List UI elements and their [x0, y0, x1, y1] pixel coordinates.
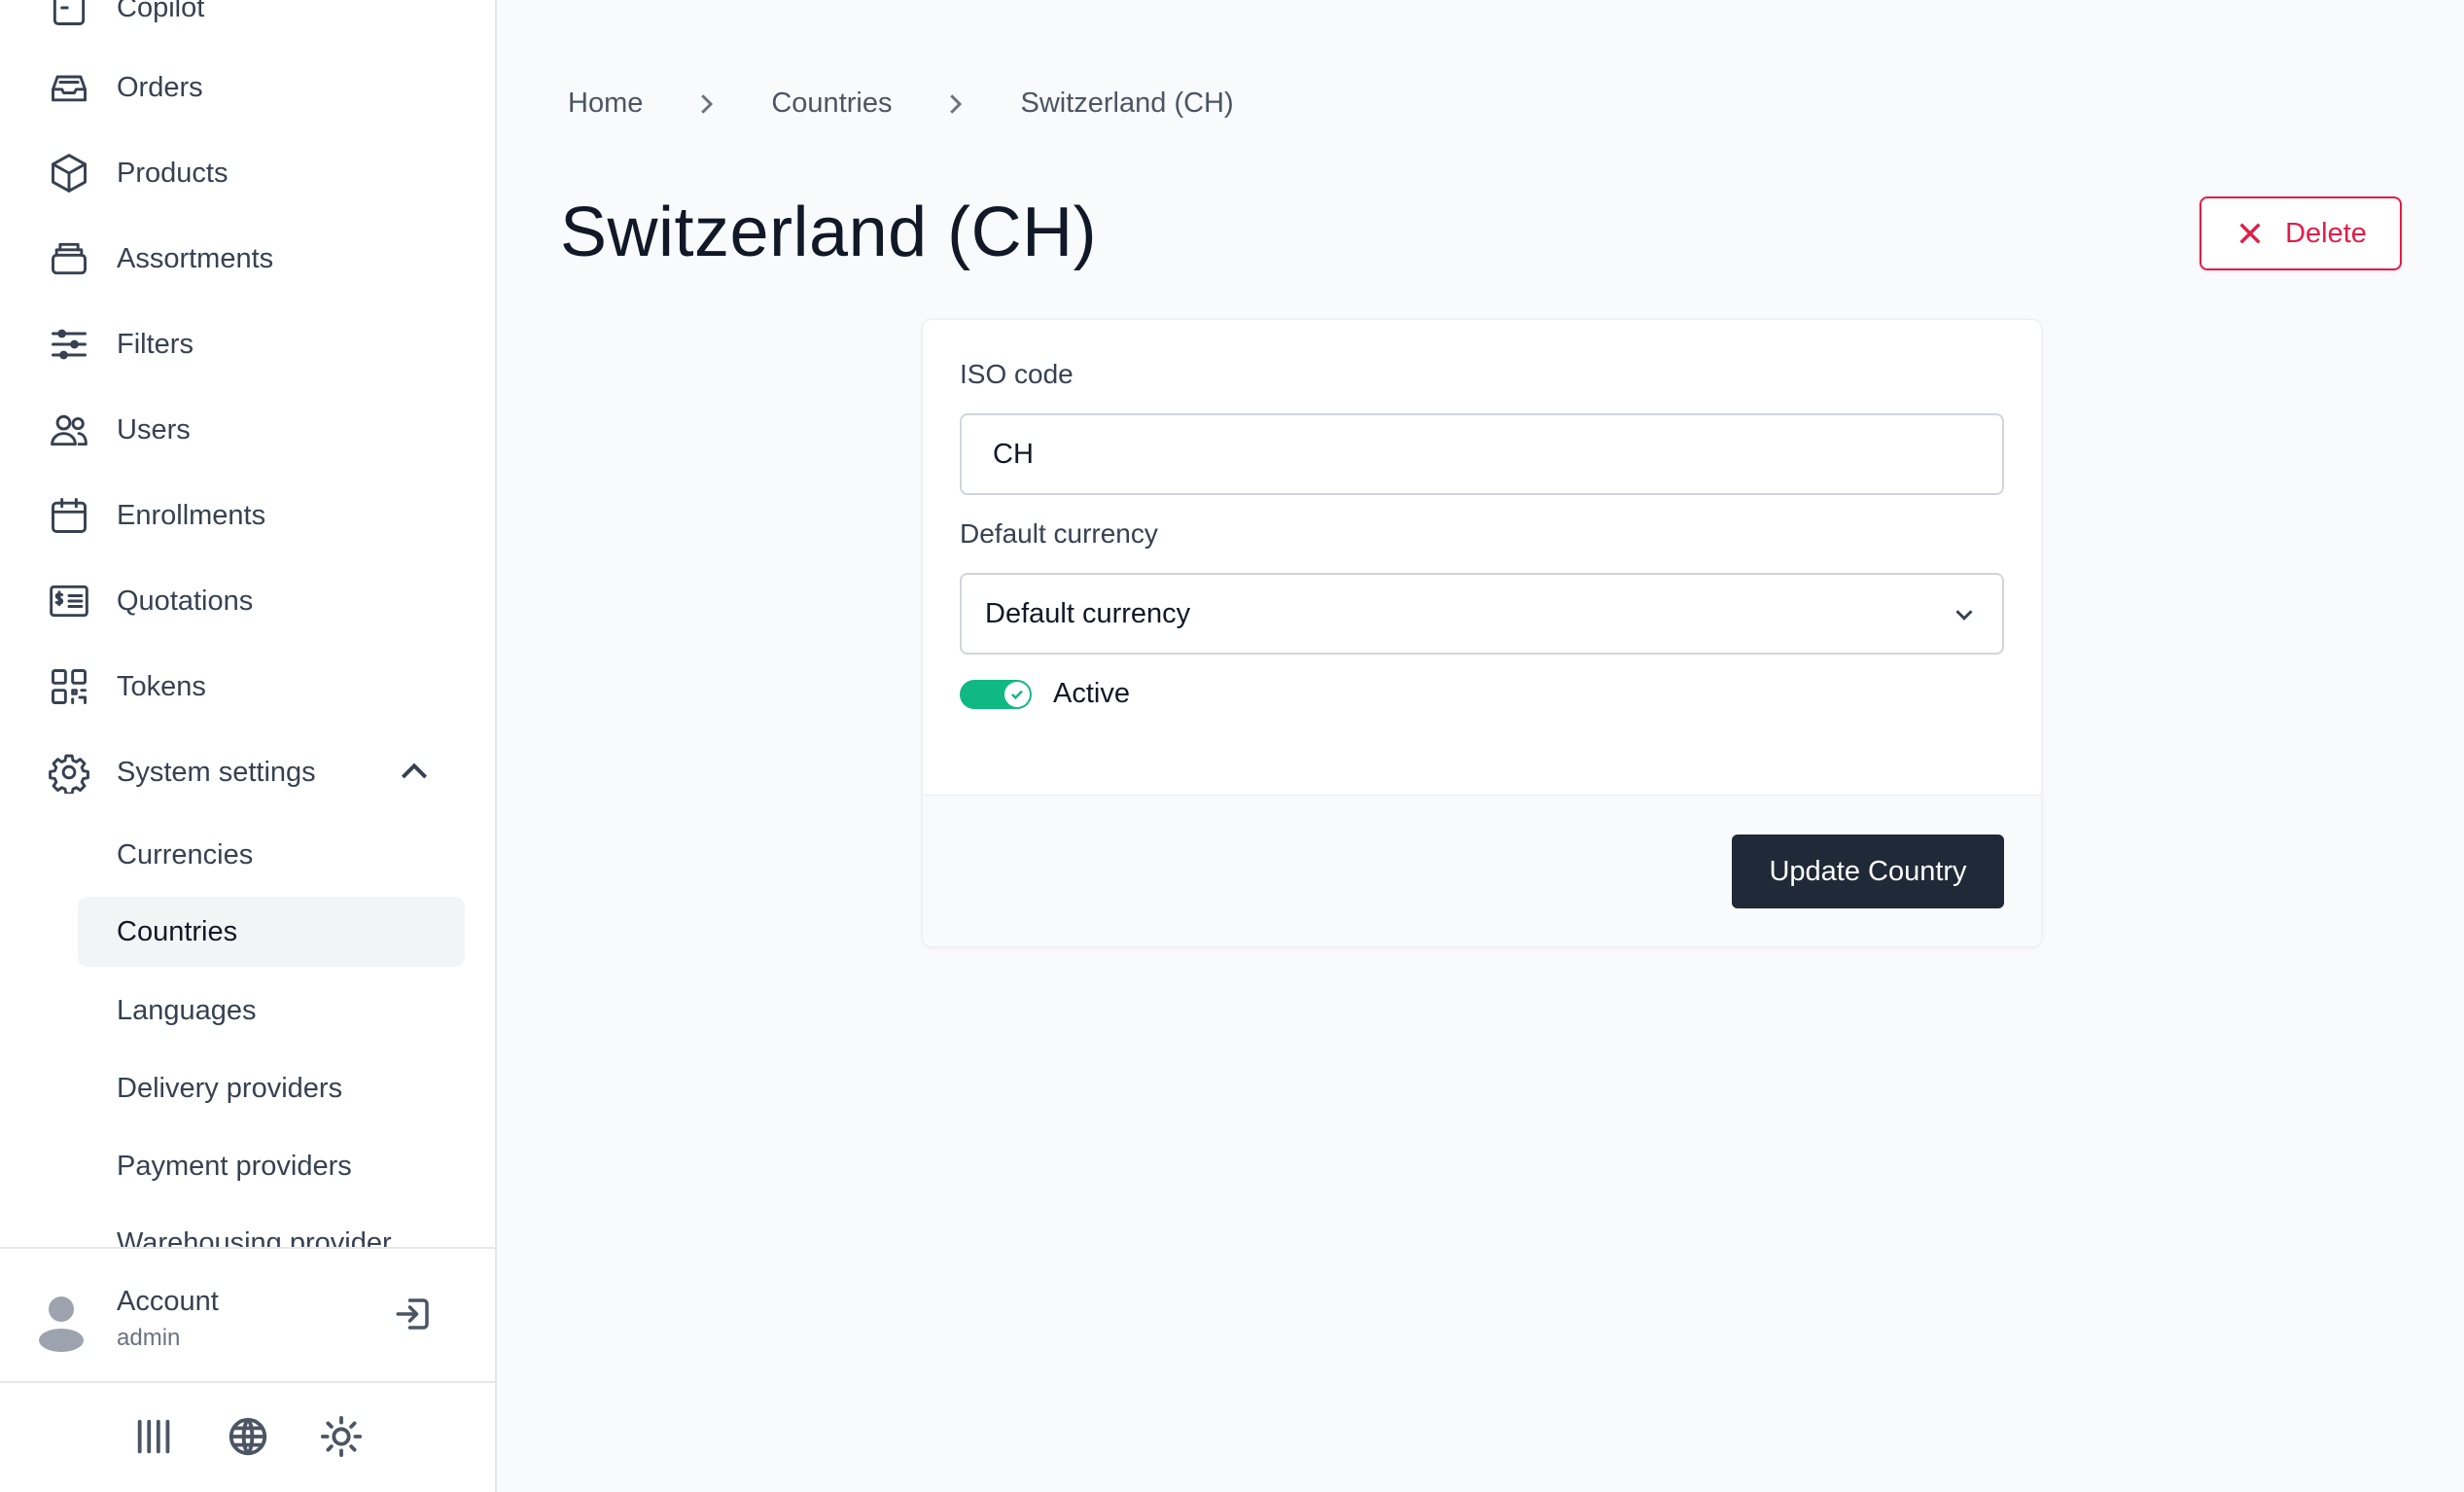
sidebar-item-quotations[interactable]: Quotations [47, 572, 253, 630]
iso-code-label: ISO code [960, 359, 1074, 389]
page-title: Switzerland (CH) [560, 194, 1098, 271]
sidebar-item-assortments[interactable]: Assortments [47, 230, 273, 288]
sidebar-item-system-settings[interactable]: System settings [47, 743, 316, 801]
form-footer: Update Country [923, 795, 2041, 946]
sidebar-item-orders[interactable]: Orders [47, 58, 203, 117]
delete-button[interactable]: Delete [2200, 196, 2402, 270]
sidebar-item-label: Enrollments [117, 499, 266, 531]
sidebar-item-enrollments[interactable]: Enrollments [47, 486, 265, 545]
sidebar-item-products[interactable]: Products [47, 144, 228, 202]
globe-icon[interactable] [226, 1414, 270, 1459]
chevron-right-icon [940, 89, 969, 119]
copilot-icon [47, 0, 91, 30]
barcode-icon[interactable] [132, 1414, 177, 1459]
users-icon [47, 408, 91, 452]
sidebar-subitem-countries[interactable]: Countries [78, 897, 465, 967]
sun-icon[interactable] [319, 1414, 364, 1459]
sidebar-subitem-warehousing-provider[interactable]: Warehousing provider [78, 1208, 465, 1248]
sidebar-item-label: Orders [117, 71, 203, 103]
sidebar-item-tokens[interactable]: Tokens [47, 657, 206, 716]
breadcrumb: Home Countries Switzerland (CH) [568, 88, 1234, 120]
close-icon [2239, 223, 2261, 244]
account-section[interactable]: Account admin [0, 1247, 495, 1383]
gear-icon [47, 750, 91, 795]
sidebar-subitem-currencies[interactable]: Currencies [78, 820, 465, 890]
iso-code-input[interactable]: CH [960, 413, 2004, 495]
sidebar-item-label: Products [117, 157, 229, 189]
sidebar: Copilot Orders Products Assortments Filt… [0, 0, 497, 1492]
active-label: Active [1053, 678, 1130, 709]
chevron-right-icon [691, 89, 721, 119]
sliders-icon [47, 322, 91, 367]
default-currency-value: Default currency [985, 597, 1191, 629]
sidebar-footer [0, 1383, 495, 1492]
sidebar-item-label: Quotations [117, 585, 254, 617]
inbox-icon [47, 65, 91, 110]
sidebar-subitem-languages[interactable]: Languages [78, 976, 465, 1046]
cube-icon [47, 151, 91, 195]
breadcrumb-current: Switzerland (CH) [1020, 88, 1234, 119]
sidebar-item-label: Assortments [117, 242, 274, 274]
sidebar-item-label: Tokens [117, 670, 206, 702]
stack-icon [47, 236, 91, 281]
sidebar-subitem-payment-providers[interactable]: Payment providers [78, 1131, 465, 1201]
sidebar-item-users[interactable]: Users [47, 401, 191, 459]
quotation-icon [47, 579, 91, 623]
breadcrumb-home[interactable]: Home [568, 88, 643, 120]
update-country-button[interactable]: Update Country [1732, 835, 2004, 908]
sidebar-item-copilot[interactable]: Copilot [47, 0, 204, 37]
sidebar-subitem-delivery-providers[interactable]: Delivery providers [78, 1053, 465, 1123]
chevron-up-icon[interactable] [395, 753, 434, 792]
chevron-down-icon [1950, 600, 1979, 629]
default-currency-select[interactable]: Default currency [960, 573, 2004, 655]
avatar [37, 1294, 86, 1352]
account-name: Account [117, 1286, 219, 1317]
calendar-icon [47, 493, 91, 538]
sidebar-item-label: Copilot [117, 0, 205, 23]
account-role: admin [117, 1325, 181, 1351]
delete-button-label: Delete [2285, 217, 2367, 249]
breadcrumb-countries[interactable]: Countries [771, 88, 892, 120]
sidebar-nav[interactable]: Copilot Orders Products Assortments Filt… [0, 0, 495, 1247]
sidebar-item-filters[interactable]: Filters [47, 315, 194, 373]
sidebar-item-label: System settings [117, 756, 316, 788]
logout-icon[interactable] [393, 1294, 434, 1334]
sidebar-item-label: Filters [117, 328, 194, 360]
qr-code-icon [47, 664, 91, 709]
sidebar-item-label: Users [117, 413, 191, 445]
active-toggle[interactable] [960, 680, 1032, 709]
default-currency-label: Default currency [960, 518, 1158, 549]
country-form: ISO code CH Default currency Default cur… [922, 319, 2042, 947]
check-icon [1004, 682, 1030, 707]
